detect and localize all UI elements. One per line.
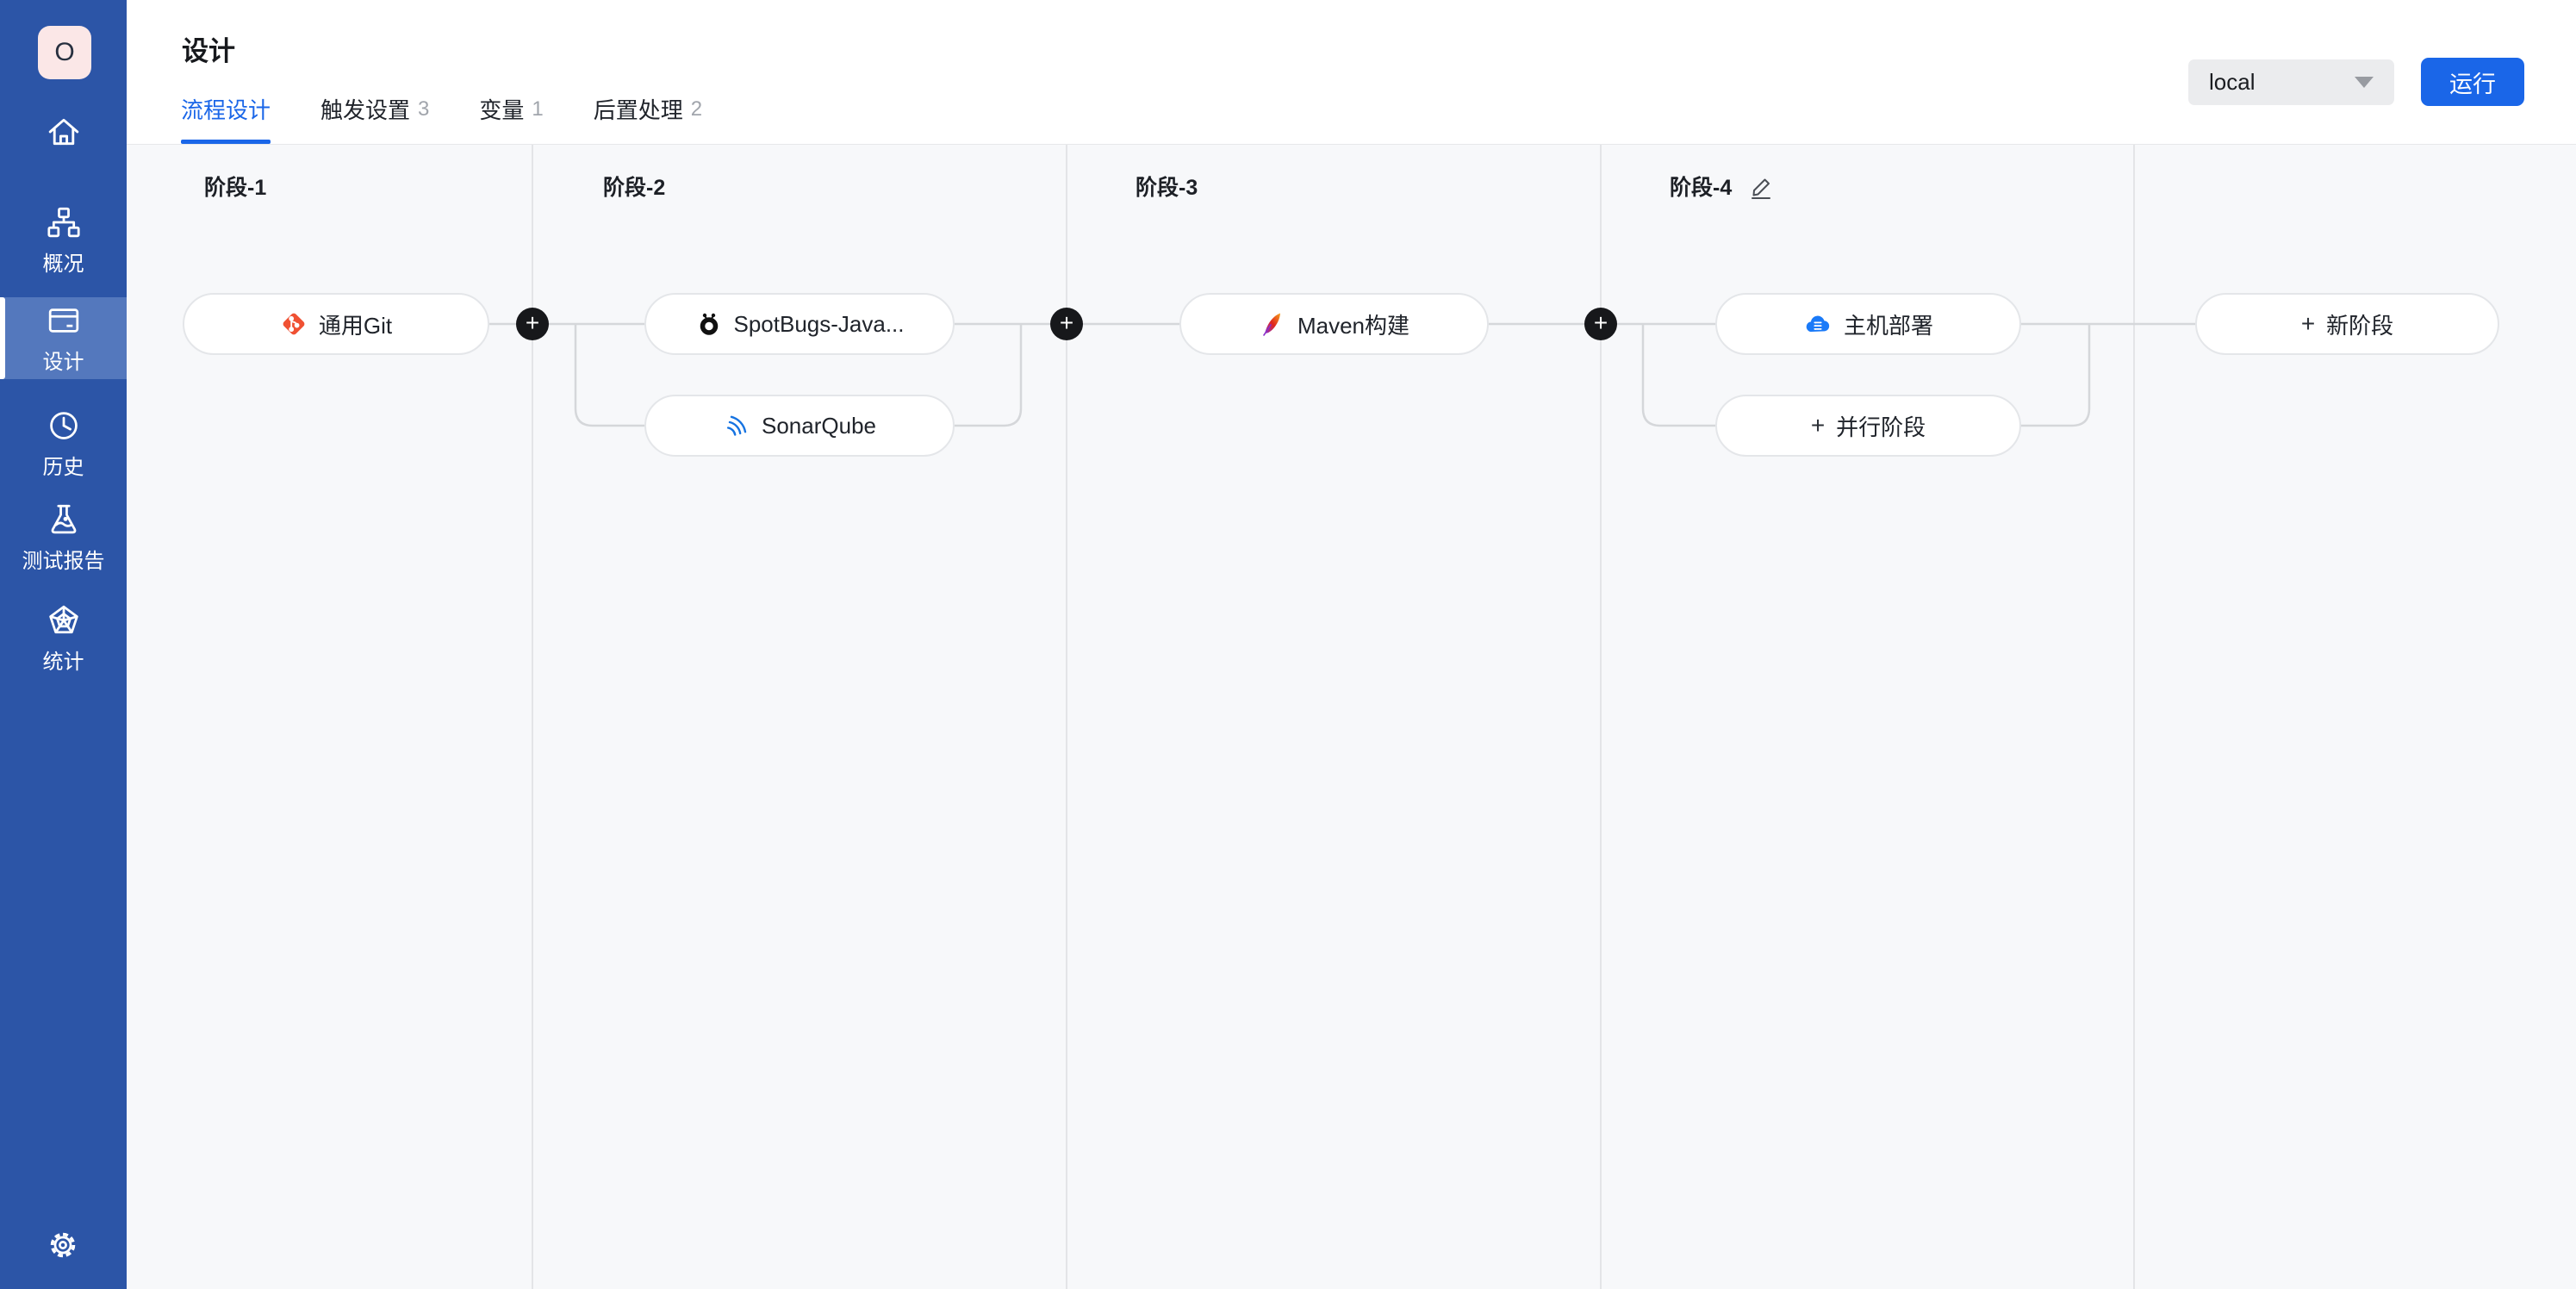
flask-icon — [45, 501, 83, 539]
add-step-badge-2[interactable]: + — [1050, 308, 1083, 340]
tab-variables[interactable]: 变量 1 — [479, 93, 543, 144]
environment-value: local — [2209, 69, 2355, 96]
radar-chart-icon — [45, 601, 83, 639]
tab-trigger-settings[interactable]: 触发设置 3 — [320, 93, 429, 144]
pencil-icon — [1749, 172, 1776, 200]
sidebar-item-label: 统计 — [43, 644, 84, 675]
stage-title-text: 阶段-2 — [603, 171, 665, 202]
node-maven-build[interactable]: Maven构建 — [1179, 293, 1489, 355]
tab-label: 流程设计 — [181, 93, 271, 125]
sidebar-item-label: 测试报告 — [22, 544, 105, 574]
plus-icon: + — [2301, 310, 2315, 338]
sidebar-item-design[interactable]: 设计 — [0, 297, 127, 379]
node-generic-git[interactable]: 通用Git — [183, 293, 489, 355]
home-icon — [44, 112, 84, 152]
spotbugs-icon — [695, 310, 723, 338]
node-label: 通用Git — [319, 308, 392, 340]
node-label: SpotBugs-Java... — [734, 311, 905, 338]
run-button[interactable]: 运行 — [2421, 58, 2524, 106]
node-label: SonarQube — [762, 413, 876, 439]
git-icon — [280, 310, 308, 338]
tab-count: 1 — [532, 97, 543, 121]
add-step-badge-1[interactable]: + — [516, 308, 549, 340]
sidebar-item-label: 历史 — [43, 450, 84, 480]
cloud-deploy-icon — [1803, 309, 1832, 339]
sidebar-item-label: 设计 — [43, 345, 84, 375]
tab-label: 变量 — [479, 93, 524, 125]
settings-gear-icon[interactable] — [47, 1230, 78, 1261]
chevron-down-icon — [2355, 77, 2374, 88]
avatar[interactable]: O — [38, 26, 91, 79]
sidebar-item-history[interactable]: 历史 — [0, 407, 127, 480]
maven-icon — [1259, 310, 1286, 338]
header: 设计 流程设计 触发设置 3 变量 1 后置处理 2 local 运行 — [127, 0, 2576, 145]
node-spotbugs[interactable]: SpotBugs-Java... — [644, 293, 955, 355]
node-host-deploy[interactable]: 主机部署 — [1715, 293, 2021, 355]
tab-label: 后置处理 — [594, 93, 683, 125]
add-new-stage-button[interactable]: + 新阶段 — [2195, 293, 2499, 355]
stage-title-4: 阶段-4 — [1670, 171, 1776, 202]
stage-title-1: 阶段-1 — [204, 171, 266, 202]
sonarqube-icon — [723, 412, 750, 439]
tab-count: 2 — [691, 97, 702, 121]
node-sonarqube[interactable]: SonarQube — [644, 395, 955, 457]
stage-title-2: 阶段-2 — [603, 171, 665, 202]
stage-title-3: 阶段-3 — [1136, 171, 1198, 202]
pipeline-canvas: 阶段-1 阶段-2 阶段-3 阶段-4 + + + — [127, 145, 2576, 1289]
sidebar-item-test-report[interactable]: 测试报告 — [0, 501, 127, 574]
sidebar-item-home[interactable] — [0, 112, 127, 152]
page-title: 设计 — [182, 29, 235, 68]
sidebar-item-overview[interactable]: 概况 — [0, 203, 127, 277]
node-label: Maven构建 — [1297, 308, 1409, 340]
add-parallel-stage-button[interactable]: + 并行阶段 — [1715, 395, 2021, 457]
tab-count: 3 — [418, 97, 429, 121]
clock-icon — [45, 407, 83, 445]
environment-select[interactable]: local — [2188, 59, 2394, 105]
plus-icon: + — [1594, 311, 1608, 335]
sidebar-item-label: 概况 — [43, 246, 84, 277]
node-label: 新阶段 — [2326, 308, 2393, 340]
stage-title-text: 阶段-1 — [204, 171, 266, 202]
edit-stage-button[interactable] — [1749, 172, 1776, 200]
sitemap-icon — [45, 203, 83, 241]
active-indicator — [0, 297, 5, 379]
design-icon — [45, 302, 83, 339]
tab-post-processing[interactable]: 后置处理 2 — [594, 93, 702, 144]
add-step-badge-3[interactable]: + — [1584, 308, 1617, 340]
stage-title-text: 阶段-4 — [1670, 171, 1732, 202]
sidebar-item-stats[interactable]: 统计 — [0, 601, 127, 675]
plus-icon: + — [1060, 311, 1073, 335]
tab-flow-design[interactable]: 流程设计 — [181, 93, 271, 144]
tab-bar: 流程设计 触发设置 3 变量 1 后置处理 2 — [181, 93, 702, 144]
stage-title-text: 阶段-3 — [1136, 171, 1198, 202]
node-label: 主机部署 — [1844, 308, 1933, 340]
plus-icon: + — [1811, 412, 1825, 439]
plus-icon: + — [526, 311, 539, 335]
node-label: 并行阶段 — [1836, 410, 1926, 442]
tab-label: 触发设置 — [320, 93, 410, 125]
sidebar: O 概况 设计 — [0, 0, 127, 1289]
